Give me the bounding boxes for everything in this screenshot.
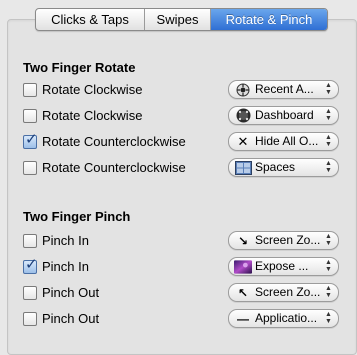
checkbox[interactable]: ✓ <box>23 256 38 274</box>
popup-value: Expose ... <box>255 259 309 273</box>
checkbox[interactable] <box>23 109 37 123</box>
dashboard-icon <box>234 108 252 123</box>
popup-value: Dashboard <box>255 108 314 122</box>
compass-icon <box>234 82 252 97</box>
popup-arrows-icon: ▲ ▼ <box>325 108 332 122</box>
close-x-icon: ✕ <box>237 133 249 149</box>
popup-arrows-icon: ▲ ▼ <box>325 134 332 148</box>
row-label: Rotate Clockwise <box>42 82 143 97</box>
action-popup[interactable]: Recent A... ▲ ▼ <box>228 80 339 99</box>
checkbox[interactable] <box>23 161 37 175</box>
section-title-rotate: Two Finger Rotate <box>23 60 136 75</box>
rotate-row: Rotate Clockwise Dashboard ▲ ▼ <box>23 106 341 126</box>
popup-arrows-icon: ▲ ▼ <box>325 285 332 299</box>
row-label: Rotate Clockwise <box>42 108 143 123</box>
row-label: Pinch In <box>42 233 89 248</box>
pinch-row: ✓ Pinch In Expose ... ▲ ▼ <box>23 256 341 277</box>
popup-value: Recent A... <box>255 82 314 96</box>
popup-arrows-icon: ▲ ▼ <box>325 233 332 247</box>
checkmark-icon: ✓ <box>25 256 38 273</box>
row-label: Pinch Out <box>42 311 100 326</box>
popup-arrows-icon: ▲ ▼ <box>325 160 332 174</box>
popup-arrows-icon: ▲ ▼ <box>325 311 332 325</box>
action-popup[interactable]: ↘ Screen Zo... ▲ ▼ <box>228 231 339 250</box>
section-title-pinch: Two Finger Pinch <box>23 209 131 224</box>
checkbox[interactable] <box>23 234 37 248</box>
spaces-icon <box>234 160 252 175</box>
row-label: Rotate Counterclockwise <box>42 134 186 149</box>
pinch-row: Pinch Out ↖ Screen Zo... ▲ ▼ <box>23 283 341 303</box>
tab-swipes[interactable]: Swipes <box>145 9 211 30</box>
rotate-row: Rotate Counterclockwise Spaces ▲ ▼ <box>23 158 341 178</box>
tab-clicks-taps[interactable]: Clicks & Taps <box>36 9 145 30</box>
popup-value: Hide All O... <box>255 134 319 148</box>
popup-value: Spaces <box>255 160 296 174</box>
tab-bar: Clicks & Taps Swipes Rotate & Pinch <box>35 8 328 31</box>
expose-icon <box>234 259 252 274</box>
popup-value: Applicatio... <box>255 311 318 325</box>
popup-arrows-icon: ▲ ▼ <box>325 82 332 96</box>
tab-rotate-pinch[interactable]: Rotate & Pinch <box>211 9 327 30</box>
pinch-row: Pinch In ↘ Screen Zo... ▲ ▼ <box>23 231 341 251</box>
action-popup[interactable]: ↖ Screen Zo... ▲ ▼ <box>228 283 339 302</box>
row-label: Pinch Out <box>42 285 100 300</box>
action-popup[interactable]: Spaces ▲ ▼ <box>228 158 339 177</box>
checkbox[interactable] <box>23 312 37 326</box>
checkbox[interactable] <box>23 83 37 97</box>
popup-value: Screen Zo... <box>255 285 321 299</box>
action-popup[interactable]: Dashboard ▲ ▼ <box>228 106 339 125</box>
dash-icon: — <box>237 311 249 326</box>
action-popup[interactable]: — Applicatio... ▲ ▼ <box>228 309 339 328</box>
checkmark-icon: ✓ <box>25 131 38 148</box>
zoom-in-arrows-icon: ↘ <box>237 233 249 248</box>
action-popup[interactable]: ✕ Hide All O... ▲ ▼ <box>228 132 339 151</box>
row-label: Pinch In <box>42 259 89 274</box>
rotate-row: Rotate Clockwise Recent A... ▲ ▼ <box>23 80 341 100</box>
rotate-row: ✓ Rotate Counterclockwise ✕ Hide All O..… <box>23 131 341 152</box>
checkbox[interactable] <box>23 286 37 300</box>
checkbox[interactable]: ✓ <box>23 131 38 149</box>
pinch-row: Pinch Out — Applicatio... ▲ ▼ <box>23 309 341 329</box>
action-popup[interactable]: Expose ... ▲ ▼ <box>228 257 339 276</box>
row-label: Rotate Counterclockwise <box>42 160 186 175</box>
popup-arrows-icon: ▲ ▼ <box>325 259 332 273</box>
popup-value: Screen Zo... <box>255 233 321 247</box>
zoom-out-arrows-icon: ↖ <box>237 285 249 300</box>
